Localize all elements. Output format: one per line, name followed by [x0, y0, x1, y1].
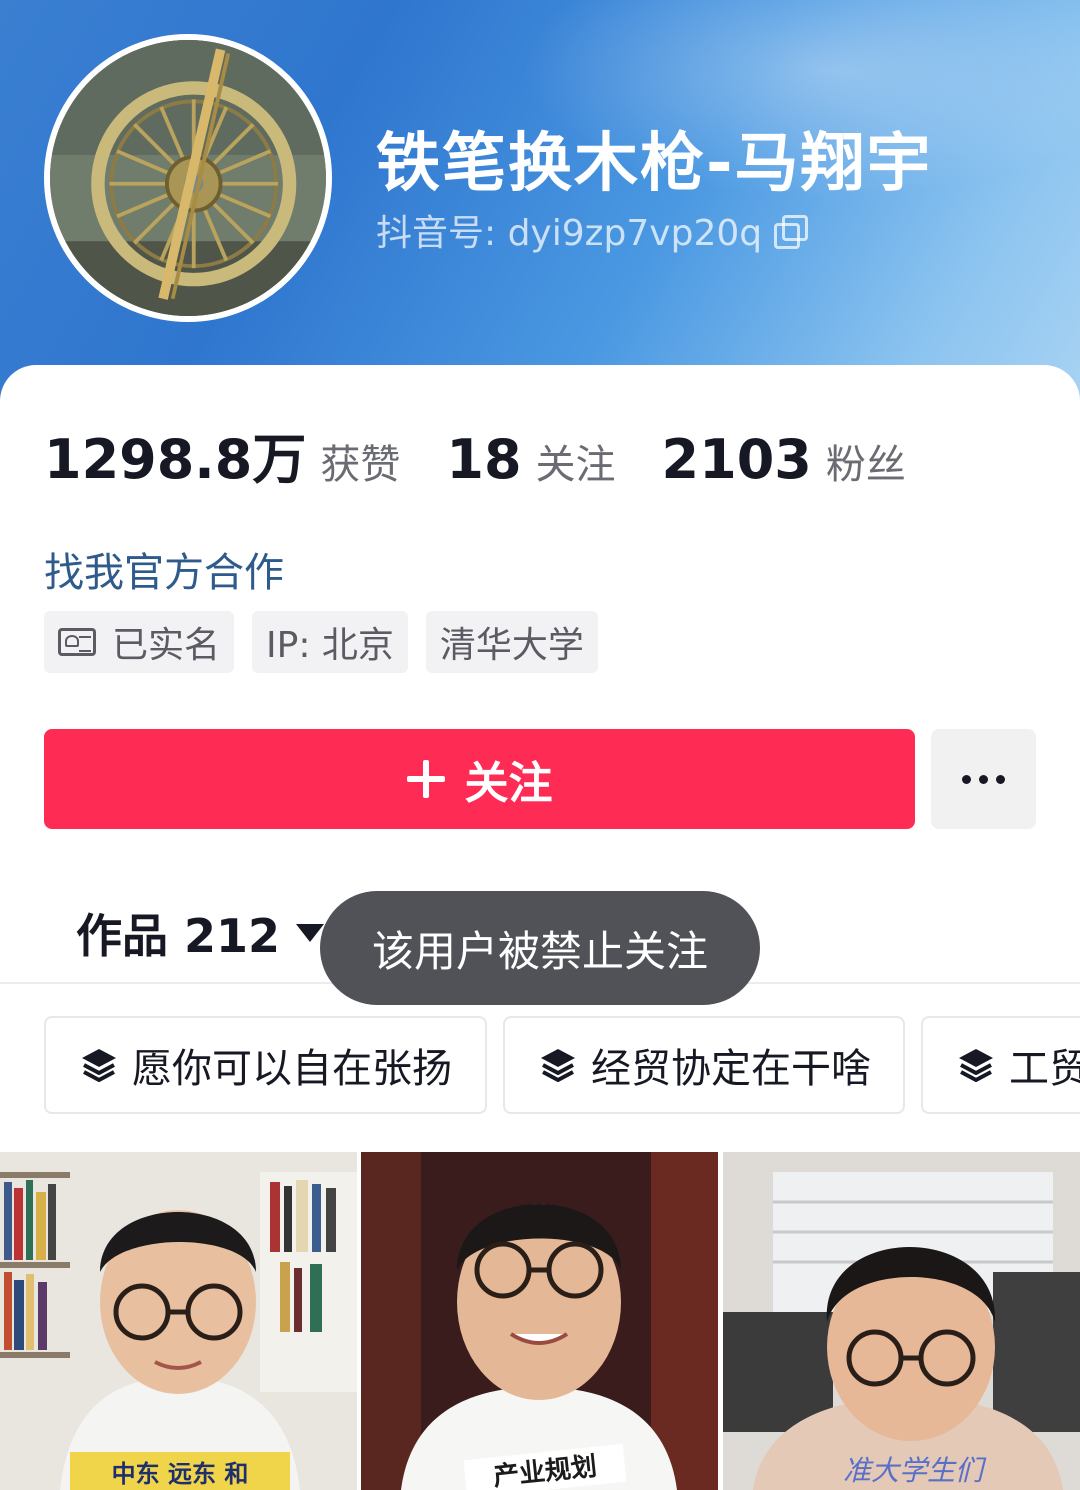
avatar-wheel-image	[50, 40, 326, 316]
tag-school[interactable]: 清华大学	[425, 611, 598, 673]
tag-verified[interactable]: 已实名	[44, 611, 235, 673]
stat-likes[interactable]: 1298.8万 获赞	[44, 415, 400, 494]
id-card-icon	[58, 628, 96, 656]
collection-item[interactable]: 愿你可以自在张扬	[44, 1016, 487, 1114]
collection-label: 愿你可以自在张扬	[132, 1046, 452, 1092]
video-thumbnail[interactable]: 中东 远东 和	[0, 1152, 357, 1490]
stat-followers-label: 粉丝	[825, 442, 906, 488]
toast-message: 该用户被禁止关注	[320, 891, 760, 1005]
video-thumbnail-image: 产业规划	[361, 1152, 718, 1490]
douyin-id[interactable]: 抖音号: dyi9zp7vp20q	[376, 204, 809, 256]
follow-button[interactable]: 关注	[44, 729, 915, 829]
video-thumbnail[interactable]: 产业规划	[361, 1152, 718, 1490]
video-thumbnail-image: 准大学生们	[723, 1152, 1080, 1490]
tag-ip-label: IP: 北京	[266, 625, 394, 666]
stat-following[interactable]: 18 关注	[446, 428, 615, 491]
tag-verified-label: 已实名	[112, 625, 221, 666]
tab-works[interactable]: 作品 212	[76, 900, 325, 966]
thumbnail-caption: 准大学生们	[843, 1454, 987, 1487]
collection-label: 工贸	[1009, 1046, 1080, 1092]
stat-followers-value: 2103	[661, 428, 812, 491]
profile-header: 铁笔换木枪-马翔宇 抖音号: dyi9zp7vp20q	[0, 0, 1080, 420]
tag-ip: IP: 北京	[252, 611, 408, 673]
layers-icon	[959, 1049, 993, 1082]
douyin-id-text: 抖音号: dyi9zp7vp20q	[376, 213, 763, 254]
video-thumbnail-image: 中东 远东 和	[0, 1152, 357, 1490]
collection-item[interactable]: 工贸	[921, 1016, 1080, 1114]
more-button[interactable]	[931, 729, 1036, 829]
avatar[interactable]	[44, 34, 332, 322]
more-dot-icon	[996, 774, 1005, 784]
copy-icon[interactable]	[774, 215, 809, 249]
layers-icon	[82, 1049, 116, 1082]
official-cooperation-link[interactable]: 找我官方合作	[44, 540, 284, 598]
stats-row: 1298.8万 获赞 18 关注 2103 粉丝	[44, 415, 952, 494]
plus-icon	[406, 760, 445, 798]
stat-followers[interactable]: 2103 粉丝	[662, 428, 906, 491]
more-dot-icon	[979, 774, 988, 784]
follow-button-label: 关注	[464, 758, 553, 809]
nickname: 铁笔换木枪-马翔宇	[376, 127, 933, 201]
stat-following-label: 关注	[535, 442, 616, 488]
stat-likes-value: 1298.8万	[44, 428, 307, 491]
stat-following-value: 18	[446, 428, 522, 491]
profile-page: 铁笔换木枪-马翔宇 抖音号: dyi9zp7vp20q 1298.8万 获赞 1…	[0, 0, 1080, 1490]
collections-row: 愿你可以自在张扬 经贸协定在干啥 工贸	[44, 1016, 1080, 1114]
video-grid: 中东 远东 和 产业规划 准大学生们	[0, 1152, 1080, 1490]
tag-school-label: 清华大学	[439, 625, 584, 666]
layers-icon	[541, 1049, 575, 1082]
stat-likes-label: 获赞	[320, 442, 401, 488]
collection-label: 经贸协定在干啥	[591, 1046, 871, 1092]
more-dot-icon	[962, 774, 971, 784]
profile-tags: 已实名 IP: 北京 清华大学	[44, 611, 598, 673]
tab-works-label: 作品 212	[76, 909, 281, 963]
video-thumbnail[interactable]: 准大学生们	[723, 1152, 1080, 1490]
thumbnail-caption: 中东 远东 和	[112, 1460, 249, 1488]
collection-item[interactable]: 经贸协定在干啥	[503, 1016, 905, 1114]
